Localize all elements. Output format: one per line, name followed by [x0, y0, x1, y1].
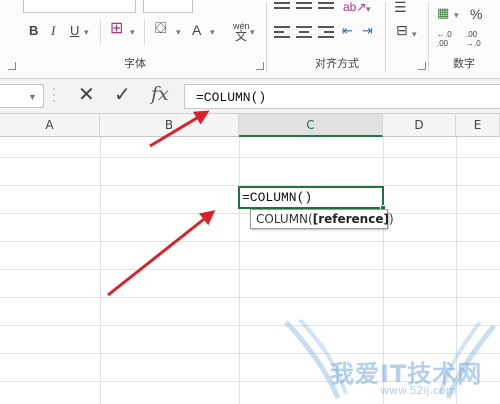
fill-color-dropdown-icon[interactable]: ▾: [176, 25, 181, 39]
accounting-format-icon[interactable]: ▦: [437, 6, 449, 20]
group-label-font: 字体: [124, 57, 146, 70]
group-label-number: 数字: [453, 57, 475, 70]
column-header-b[interactable]: B: [100, 114, 239, 137]
increase-decimal-icon[interactable]: ←.0.00: [437, 30, 452, 48]
font-color-button[interactable]: A: [192, 23, 201, 37]
accounting-dropdown-icon[interactable]: ▾: [454, 8, 459, 22]
name-box-dropdown-icon[interactable]: ▼: [28, 92, 37, 102]
watermark-url: www.52ij.com: [380, 384, 457, 397]
increase-indent-icon[interactable]: ⇥: [362, 24, 373, 38]
font-name-dropdown[interactable]: [23, 0, 136, 13]
middle-align-icon[interactable]: [296, 2, 312, 14]
font-color-dropdown-icon[interactable]: ▾: [210, 25, 215, 39]
phonetic-guide-char: 文: [235, 29, 248, 43]
ribbon: B I U ▾ ⊞ ▾ ⛋ ▾ A ▾ wén 文 ▾ ab↗ ▾ ⇤ ⇥ ☰ …: [0, 0, 500, 79]
active-cell-c[interactable]: =COLUMN(): [238, 186, 384, 209]
bottom-align-icon[interactable]: [318, 2, 334, 14]
align-right-icon[interactable]: [318, 26, 334, 38]
fill-color-icon[interactable]: ⛋: [155, 21, 166, 36]
italic-button[interactable]: I: [51, 24, 55, 38]
insert-function-button[interactable]: fx: [151, 83, 169, 105]
tooltip-function-name[interactable]: COLUMN(: [256, 212, 313, 226]
divider: [266, 2, 267, 72]
decrease-indent-icon[interactable]: ⇤: [342, 24, 353, 38]
divider: [144, 20, 145, 44]
column-header-e[interactable]: E: [456, 114, 500, 137]
enter-icon[interactable]: ✓: [114, 83, 131, 107]
font-size-dropdown[interactable]: [143, 0, 193, 13]
merge-dropdown-icon[interactable]: ▾: [412, 27, 417, 41]
align-center-icon[interactable]: [296, 26, 312, 38]
alignment-dialog-launcher-icon[interactable]: [418, 62, 426, 70]
wrap-text-icon[interactable]: ☰: [394, 0, 407, 14]
column-header-a[interactable]: A: [0, 114, 100, 137]
formula-input[interactable]: =COLUMN(): [184, 84, 500, 109]
divider: [385, 2, 386, 72]
decrease-decimal-icon[interactable]: .00 →.0: [466, 30, 481, 48]
name-box[interactable]: ▼: [0, 84, 44, 108]
border-dropdown-icon[interactable]: ▾: [130, 25, 135, 39]
formula-bar: ▼ · · · ✕ ✓ fx =COLUMN(): [0, 79, 500, 114]
tooltip-close-paren: ): [388, 212, 394, 226]
function-argument-tooltip[interactable]: COLUMN([reference]): [250, 209, 394, 229]
divider: [428, 2, 429, 72]
underline-button[interactable]: U: [70, 24, 79, 38]
percent-style-button[interactable]: %: [470, 7, 482, 21]
cancel-icon[interactable]: ✕: [78, 83, 95, 107]
column-header-d[interactable]: D: [383, 114, 456, 137]
underline-dropdown-icon[interactable]: ▾: [84, 25, 89, 39]
font-dialog-launcher-icon[interactable]: [256, 62, 264, 70]
top-align-icon[interactable]: [274, 2, 290, 14]
phonetic-dropdown-icon[interactable]: ▾: [250, 25, 255, 39]
bold-button[interactable]: B: [29, 24, 38, 38]
formula-bar-grip-icon[interactable]: · · ·: [52, 82, 56, 106]
orientation-dropdown-icon[interactable]: ▾: [366, 2, 371, 16]
group-label-alignment: 对齐方式: [315, 57, 359, 70]
border-icon[interactable]: ⊞: [110, 21, 123, 37]
divider: [100, 20, 101, 44]
clipboard-dialog-launcher-icon[interactable]: [8, 62, 16, 70]
align-left-icon[interactable]: [274, 26, 290, 38]
column-header-c[interactable]: C: [239, 114, 383, 137]
merge-center-icon[interactable]: ⊟: [396, 23, 408, 37]
orientation-icon[interactable]: ab↗: [343, 0, 366, 14]
tooltip-argument[interactable]: [reference]: [313, 212, 389, 226]
